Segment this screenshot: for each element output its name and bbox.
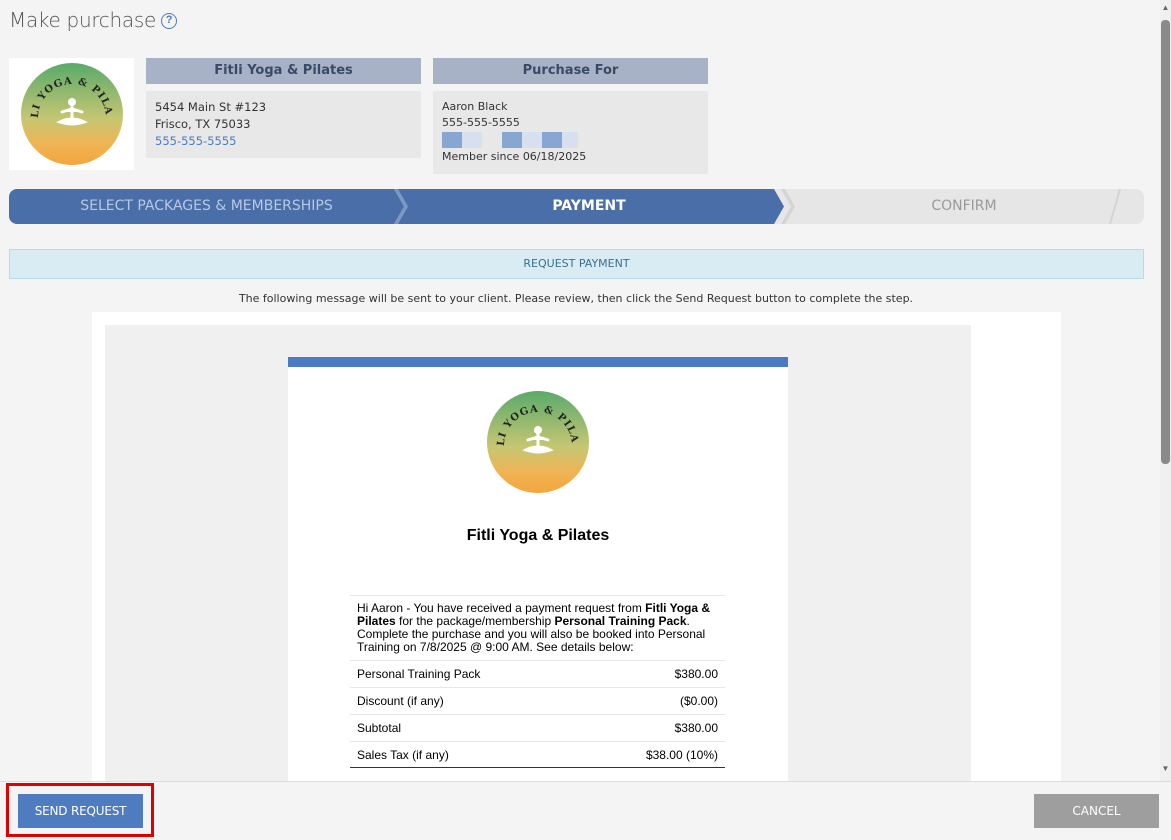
scroll-down-icon[interactable]: ▼ [1160, 764, 1171, 774]
row-label: Discount (if any) [357, 694, 444, 708]
studio-address-line2: Frisco, TX 75033 [155, 117, 251, 131]
footer-bar [0, 781, 1171, 840]
studio-card: Fitli Yoga & Pilates 5454 Main St #123 F… [146, 58, 421, 158]
table-row: Personal Training Pack $380.00 [350, 660, 725, 687]
email-preview-canvas: FITLI YOGA & PILATES Fitli Yoga & Pilate… [105, 325, 971, 782]
instruction-text: The following message will be sent to yo… [238, 292, 914, 305]
row-value: ($0.00) [679, 694, 718, 708]
studio-logo-icon: FITLI YOGA & PILATES [20, 62, 123, 165]
email-msg-text: for the package/membership [395, 614, 555, 628]
table-row: Sales Tax (if any) $38.00 (10%) [350, 741, 725, 768]
step-select-packages[interactable]: SELECT PACKAGES & MEMBERSHIPS [9, 189, 404, 224]
purchase-for-heading: Purchase For [433, 58, 708, 84]
email-body: FITLI YOGA & PILATES Fitli Yoga & Pilate… [288, 357, 788, 782]
email-logo-icon: FITLI YOGA & PILATES [486, 390, 589, 493]
purchase-stepper: SELECT PACKAGES & MEMBERSHIPS PAYMENT CO… [9, 189, 1144, 224]
request-payment-banner: REQUEST PAYMENT [9, 249, 1144, 279]
studio-logo: FITLI YOGA & PILATES [9, 58, 134, 170]
scrollbar-thumb[interactable] [1161, 20, 1170, 464]
scrollbar[interactable]: ▲ ▼ [1160, 0, 1171, 781]
row-label: Personal Training Pack [357, 667, 481, 681]
client-phone: 555-555-5555 [442, 116, 520, 129]
cancel-button[interactable]: CANCEL [1034, 794, 1159, 828]
studio-phone-link[interactable]: 555-555-5555 [155, 133, 412, 150]
scroll-up-icon[interactable]: ▲ [1160, 3, 1171, 13]
email-price-table: Personal Training Pack $380.00 Discount (… [350, 660, 725, 768]
email-studio-name: Fitli Yoga & Pilates [466, 527, 610, 544]
member-since: Member since 06/18/2025 [442, 150, 587, 163]
page-title: Make purchase? [9, 8, 177, 32]
email-msg-text: Hi Aaron - You have received a payment r… [357, 601, 646, 615]
step-confirm: CONFIRM [931, 198, 997, 214]
question-circle-icon[interactable]: ? [160, 13, 177, 29]
studio-details: 5454 Main St #123 Frisco, TX 75033 555-5… [146, 91, 421, 158]
email-studio-logo: FITLI YOGA & PILATES [478, 387, 598, 497]
studio-name-heading: Fitli Yoga & Pilates [146, 58, 421, 84]
row-value: $38.00 (10%) [645, 748, 718, 762]
masked-email-field [442, 132, 699, 148]
step-payment: PAYMENT [394, 189, 784, 224]
table-row: Subtotal $380.00 [350, 714, 725, 741]
client-details: Aaron Black 555-555-5555 Member since 06… [433, 91, 708, 174]
table-row: Discount (if any) ($0.00) [350, 687, 725, 714]
page-title-text: Make purchase [9, 8, 156, 32]
client-name: Aaron Black [442, 100, 508, 113]
studio-address-line1: 5454 Main St #123 [155, 100, 267, 114]
send-request-button[interactable]: SEND REQUEST [18, 794, 143, 828]
row-label: Subtotal [357, 721, 402, 735]
email-msg-package: Personal Training Pack [554, 614, 687, 628]
email-preview: FITLI YOGA & PILATES Fitli Yoga & Pilate… [92, 312, 1061, 782]
email-message: Hi Aaron - You have received a payment r… [350, 595, 725, 660]
purchase-for-card: Purchase For Aaron Black 555-555-5555 Me… [433, 58, 708, 174]
row-value: $380.00 [674, 667, 718, 681]
row-value: $380.00 [674, 721, 718, 735]
row-label: Sales Tax (if any) [357, 748, 449, 762]
